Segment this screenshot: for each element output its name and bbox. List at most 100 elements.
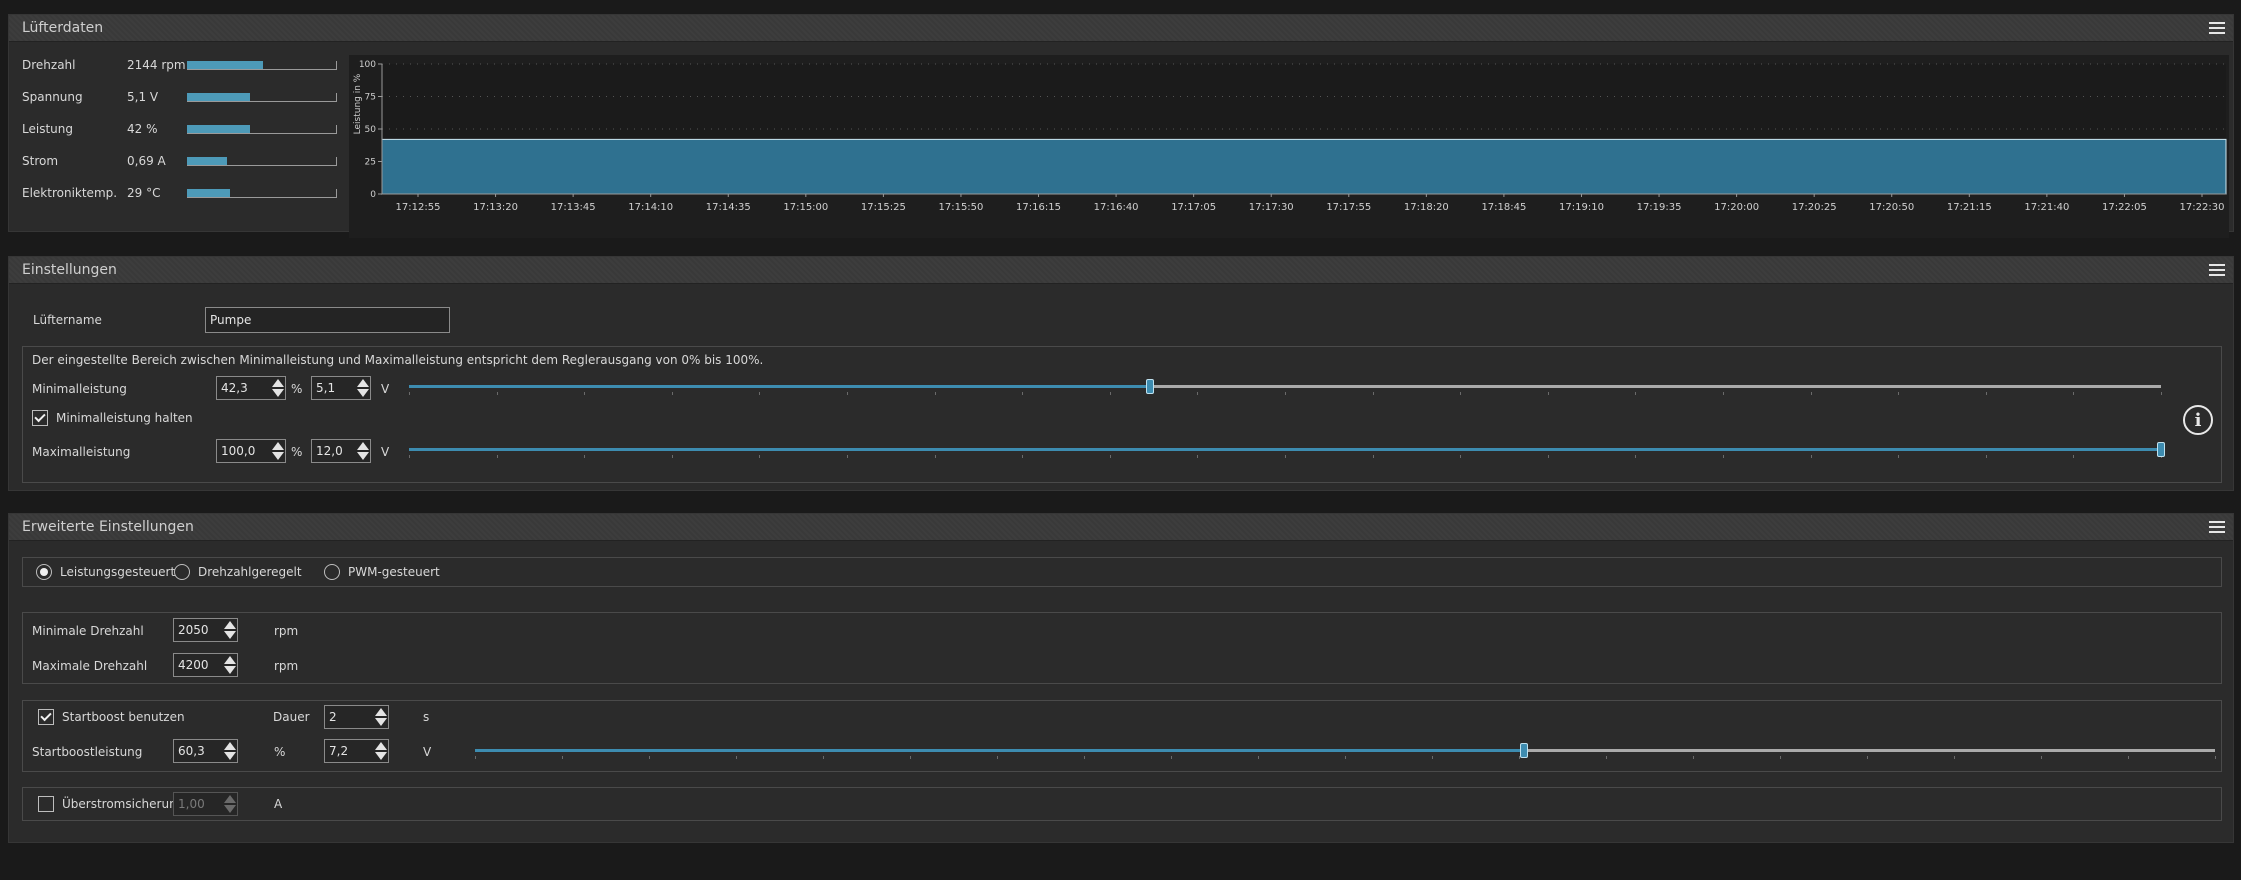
max-power-percent-value: 100,0: [221, 444, 256, 458]
spin-up-icon[interactable]: [224, 656, 236, 664]
chart-x-tick-label: 17:12:55: [396, 202, 441, 213]
spin-down-icon[interactable]: [224, 631, 236, 639]
stat-level-bar: [187, 60, 337, 70]
slider-thumb[interactable]: [2157, 442, 2165, 457]
startboost-percent-spinbox[interactable]: 60,3: [173, 739, 238, 763]
slider-thumb[interactable]: [1146, 379, 1155, 394]
spin-down-icon[interactable]: [224, 666, 236, 674]
stat-level-bar: [187, 188, 337, 198]
chart-x-tick-label: 17:21:40: [2024, 202, 2069, 213]
overcurrent-group: Überstromsicherung 1,00 A: [22, 787, 2222, 821]
startboost-power-label: Startboostleistung: [32, 745, 143, 759]
stat-level-bar: [187, 92, 337, 102]
stat-label: Strom: [22, 154, 59, 168]
fan-name-input[interactable]: [205, 307, 450, 333]
spin-up-icon[interactable]: [357, 442, 369, 450]
max-power-volt-spinbox[interactable]: 12,0: [311, 439, 371, 463]
spin-down-icon[interactable]: [357, 389, 369, 397]
duration-label: Dauer: [273, 710, 310, 724]
startboost-volt-value: 7,2: [329, 744, 349, 758]
spin-down-icon: [224, 805, 236, 813]
chart-x-tick-label: 17:19:35: [1637, 202, 1682, 213]
min-rpm-value: 2050: [178, 623, 209, 637]
max-rpm-spinbox[interactable]: 4200: [173, 653, 238, 677]
spin-up-icon[interactable]: [357, 379, 369, 387]
min-power-slider[interactable]: [409, 377, 2162, 397]
spin-up-icon: [224, 795, 236, 803]
chart-y-tick-label: 25: [365, 158, 376, 168]
hold-min-power-checkbox[interactable]: [32, 410, 48, 426]
chart-y-tick-label: 75: [365, 93, 376, 103]
duration-unit: s: [423, 710, 430, 724]
spin-down-icon[interactable]: [375, 718, 387, 726]
spin-up-icon[interactable]: [272, 442, 284, 450]
fan-data-header: Lüfterdaten: [9, 15, 2233, 42]
spin-down-icon[interactable]: [272, 389, 284, 397]
slider-thumb[interactable]: [1520, 743, 1529, 758]
hamburger-menu-icon[interactable]: [2209, 521, 2225, 533]
chart-x-tick-label: 17:20:00: [1714, 202, 1759, 213]
chart-x-tick-label: 17:21:15: [1947, 202, 1992, 213]
rpm-limits-group: Minimale Drehzahl 2050 rpm Maximale Dreh…: [22, 612, 2222, 684]
chart-x-tick-label: 17:22:30: [2180, 202, 2225, 213]
hamburger-menu-icon[interactable]: [2209, 22, 2225, 34]
min-rpm-label: Minimale Drehzahl: [32, 624, 144, 638]
stat-label: Elektroniktemp.: [22, 186, 118, 200]
duration-spinbox[interactable]: 2: [324, 705, 389, 729]
startboost-slider[interactable]: [475, 741, 2216, 761]
spin-up-icon[interactable]: [224, 742, 236, 750]
advanced-settings-header: Erweiterte Einstellungen: [9, 514, 2233, 541]
settings-header: Einstellungen: [9, 257, 2233, 284]
info-icon[interactable]: i: [2183, 405, 2213, 435]
min-power-volt-unit: V: [381, 382, 390, 396]
startboost-volt-spinbox[interactable]: 7,2: [324, 739, 389, 763]
hamburger-menu-icon[interactable]: [2209, 264, 2225, 276]
min-power-percent-spinbox[interactable]: 42,3: [216, 376, 286, 400]
chart-x-tick-label: 17:15:25: [861, 202, 906, 213]
startboost-group: Startboost benutzen Dauer 2 s Startboost…: [22, 700, 2222, 772]
overcurrent-checkbox[interactable]: [38, 796, 54, 812]
max-power-label: Maximalleistung: [32, 445, 131, 459]
min-power-volt-spinbox[interactable]: 5,1: [311, 376, 371, 400]
spin-down-icon[interactable]: [272, 452, 284, 460]
chart-y-tick-label: 100: [359, 60, 376, 70]
power-range-group: Der eingestellte Bereich zwischen Minima…: [22, 346, 2222, 483]
mode-pwm-radio[interactable]: [324, 564, 340, 580]
advanced-settings-panel: Erweiterte Einstellungen Leistungsgesteu…: [8, 513, 2234, 843]
mode-rpm-radio[interactable]: [174, 564, 190, 580]
spin-down-icon[interactable]: [224, 752, 236, 760]
power-history-chart: 100 75 50 25 0 17:12:55 17:13:20 17:13:45 17:14:…: [349, 55, 2229, 238]
spin-up-icon[interactable]: [375, 708, 387, 716]
spin-up-icon[interactable]: [375, 742, 387, 750]
chart-x-tick-label: 17:19:10: [1559, 202, 1604, 213]
min-rpm-spinbox[interactable]: 2050: [173, 618, 238, 642]
max-rpm-label: Maximale Drehzahl: [32, 659, 148, 673]
max-power-volt-value: 12,0: [316, 444, 343, 458]
chart-y-tick-label: 0: [370, 190, 376, 200]
chart-x-tick-label: 17:17:30: [1249, 202, 1294, 213]
chart-x-tick-label: 17:13:45: [551, 202, 596, 213]
chart-x-tick-label: 17:18:45: [1481, 202, 1526, 213]
chart-x-tick-label: 17:20:25: [1792, 202, 1837, 213]
max-power-percent-unit: %: [291, 445, 303, 459]
spin-up-icon[interactable]: [224, 621, 236, 629]
power-history-chart-svg: 100 75 50 25 0 17:12:55 17:13:20 17:13:45 17:14:…: [353, 60, 2227, 213]
mode-power-radio[interactable]: [36, 564, 52, 580]
startboost-checkbox[interactable]: [38, 709, 54, 725]
spin-up-icon[interactable]: [272, 379, 284, 387]
startboost-percent-unit: %: [274, 745, 286, 759]
max-power-percent-spinbox[interactable]: 100,0: [216, 439, 286, 463]
stat-value: 5,1 V: [127, 90, 159, 104]
min-power-percent-value: 42,3: [221, 381, 248, 395]
chart-x-tick-label: 17:16:15: [1016, 202, 1061, 213]
max-power-slider[interactable]: [409, 440, 2165, 460]
stat-row-current: Strom 0,69 A: [22, 153, 337, 169]
control-mode-group: Leistungsgesteuert Drehzahlgeregelt PWM-…: [22, 557, 2222, 587]
stat-level-bar: [187, 124, 337, 134]
spin-down-icon[interactable]: [375, 752, 387, 760]
max-rpm-unit: rpm: [274, 659, 299, 673]
chart-x-tick-label: 17:17:55: [1326, 202, 1371, 213]
mode-rpm-label: Drehzahlgeregelt: [198, 565, 302, 579]
spin-down-icon[interactable]: [357, 452, 369, 460]
stat-value: 29 °C: [127, 186, 161, 200]
